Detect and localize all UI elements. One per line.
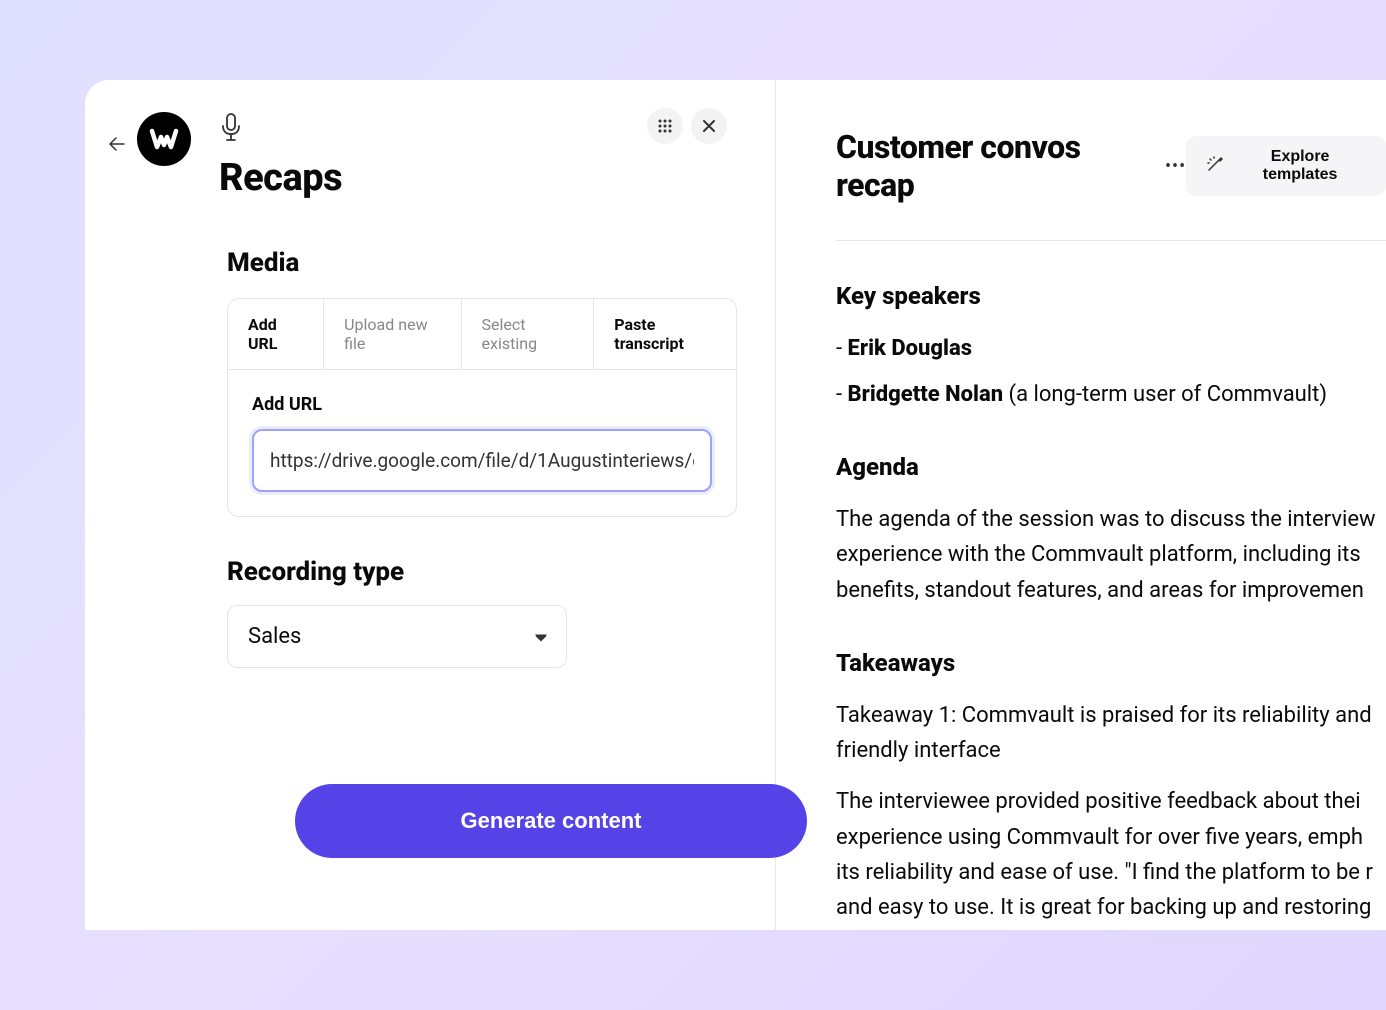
tab-upload-file[interactable]: Upload new file (324, 299, 461, 369)
url-input[interactable] (252, 429, 712, 492)
key-speakers-heading: Key speakers (836, 277, 1386, 315)
recording-type-title: Recording type (227, 557, 743, 587)
tab-select-existing[interactable]: Select existing (462, 299, 595, 369)
recording-type-select[interactable]: Sales (227, 605, 567, 668)
takeaway-body: The interviewee provided positive feedba… (836, 784, 1386, 930)
takeaways-heading: Takeaways (836, 644, 1386, 682)
output-title: Customer convos recap (836, 128, 1153, 204)
more-options-icon[interactable]: ••• (1165, 156, 1186, 177)
media-section-title: Media (227, 248, 743, 278)
url-field-label: Add URL (252, 394, 712, 415)
agenda-text: The agenda of the session was to discuss… (836, 502, 1386, 608)
media-tabs-container: Add URL Upload new file Select existing … (227, 298, 737, 517)
close-button[interactable] (691, 108, 727, 144)
tab-add-url[interactable]: Add URL (228, 299, 324, 369)
explore-templates-button[interactable]: Explore templates (1186, 136, 1386, 196)
generate-content-button[interactable]: Generate content (295, 784, 807, 858)
right-panel: Customer convos recap ••• Explore templa… (776, 80, 1386, 930)
tab-paste-transcript[interactable]: Paste transcript (594, 299, 736, 369)
speaker-item: - Bridgette Nolan (a long-term user of C… (836, 377, 1386, 412)
speaker-item: - Erik Douglas (836, 331, 1386, 366)
takeaway-title: Takeaway 1: Commvault is praised for its… (836, 698, 1386, 768)
grid-menu-button[interactable] (647, 108, 683, 144)
left-panel: Recaps Media Add URL (85, 80, 776, 930)
app-logo[interactable] (137, 112, 191, 166)
output-content: Key speakers - Erik Douglas - Bridgette … (836, 277, 1386, 930)
back-arrow-icon[interactable] (109, 136, 125, 155)
page-title: Recaps (219, 156, 743, 200)
agenda-heading: Agenda (836, 448, 1386, 486)
explore-templates-label: Explore templates (1234, 148, 1366, 184)
magic-wand-icon (1206, 155, 1224, 178)
